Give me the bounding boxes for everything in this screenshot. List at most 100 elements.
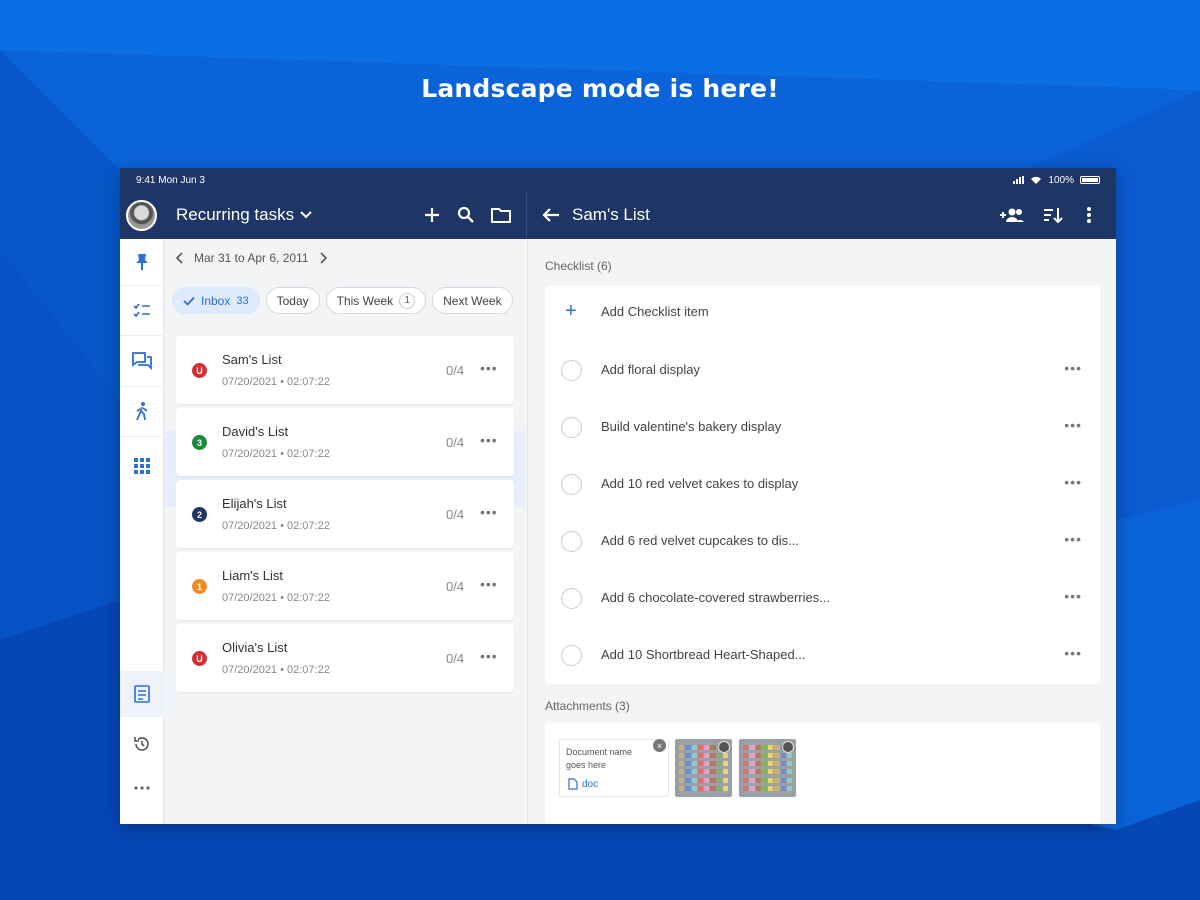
date-range: Mar 31 to Apr 6, 2011 bbox=[194, 251, 309, 265]
attachment-menu-icon[interactable] bbox=[718, 741, 730, 753]
filter-chip-inbox[interactable]: Inbox 33 bbox=[172, 287, 260, 314]
checkbox[interactable] bbox=[561, 360, 582, 381]
chevron-right-icon[interactable] bbox=[319, 252, 327, 264]
list-badge: 3 bbox=[192, 435, 207, 450]
image-attachment[interactable] bbox=[739, 739, 796, 797]
list-card[interactable]: 1 Liam's List 07/20/2021 • 02:07:22 0/4 … bbox=[176, 552, 514, 620]
headline: Landscape mode is here! bbox=[421, 74, 779, 103]
list-name: Liam's List bbox=[222, 568, 284, 583]
checklist: + Add Checklist item Add floral display … bbox=[545, 286, 1100, 684]
list-timestamp: 07/20/2021 • 02:07:22 bbox=[222, 664, 330, 676]
more-horiz-icon[interactable]: ••• bbox=[1064, 588, 1082, 604]
list-switcher[interactable]: Recurring tasks bbox=[176, 205, 312, 225]
detail-title: Sam's List bbox=[572, 205, 650, 224]
check-icon bbox=[183, 296, 195, 306]
more-horiz-icon[interactable]: ••• bbox=[1064, 417, 1082, 433]
attachment-menu-icon[interactable] bbox=[782, 741, 794, 753]
filter-chip-label: Today bbox=[276, 293, 309, 308]
tablet-app: 9:41 Mon Jun 3 100% Recurring tasks Sam'… bbox=[120, 168, 1116, 824]
document-icon bbox=[568, 778, 578, 790]
more-horiz-icon[interactable]: ••• bbox=[480, 504, 498, 520]
date-range-nav: Mar 31 to Apr 6, 2011 bbox=[176, 251, 327, 265]
folder-icon[interactable] bbox=[490, 204, 512, 226]
checklist-item[interactable]: Add 10 red velvet cakes to display ••• bbox=[545, 456, 1100, 513]
checklist-item-label: Add 6 red velvet cupcakes to dis... bbox=[601, 533, 799, 548]
add-icon: + bbox=[565, 300, 577, 322]
chat-icon[interactable] bbox=[131, 350, 153, 372]
list-card[interactable]: U Sam's List 07/20/2021 • 02:07:22 0/4 •… bbox=[176, 336, 514, 404]
filter-chip-label: This Week bbox=[336, 293, 394, 308]
checkbox[interactable] bbox=[561, 474, 582, 495]
back-arrow-icon[interactable] bbox=[540, 204, 562, 226]
filter-chip-count: 33 bbox=[236, 294, 249, 307]
list-badge: U bbox=[192, 651, 207, 666]
status-time: 9:41 Mon Jun 3 bbox=[136, 174, 205, 186]
more-horiz-icon[interactable]: ••• bbox=[1064, 360, 1082, 376]
checklist-item[interactable]: Build valentine's bakery display ••• bbox=[545, 399, 1100, 456]
checklist-icon[interactable] bbox=[131, 299, 153, 321]
walk-icon[interactable] bbox=[131, 400, 153, 422]
wifi-icon bbox=[1031, 176, 1042, 184]
checklist-item[interactable]: Add 6 chocolate-covered strawberries... … bbox=[545, 570, 1100, 627]
checklist-item-label: Add 10 red velvet cakes to display bbox=[601, 476, 799, 491]
more-horiz-icon[interactable]: ••• bbox=[480, 576, 498, 592]
pin-icon[interactable] bbox=[131, 251, 153, 273]
more-horiz-icon[interactable]: ••• bbox=[1064, 474, 1082, 490]
status-indicators: 100% bbox=[1013, 175, 1100, 186]
attachments: Document name goes here doc × bbox=[545, 723, 1100, 824]
list-timestamp: 07/20/2021 • 02:07:22 bbox=[222, 592, 330, 604]
checklist-item[interactable]: Add 10 Shortbread Heart-Shaped... ••• bbox=[545, 627, 1100, 684]
list-progress: 0/4 bbox=[446, 363, 465, 378]
sort-icon[interactable] bbox=[1042, 204, 1064, 226]
document-type: doc bbox=[568, 778, 598, 790]
filter-chip-label: Inbox bbox=[201, 293, 231, 308]
checklist-item-label: Add 6 chocolate-covered strawberries... bbox=[601, 590, 831, 605]
more-horiz-icon[interactable]: ••• bbox=[480, 648, 498, 664]
filter-chip-this-week[interactable]: This Week 1 bbox=[325, 287, 427, 314]
battery-percent: 100% bbox=[1048, 174, 1074, 186]
more-vert-icon[interactable] bbox=[1078, 204, 1100, 226]
filter-chip-next-week[interactable]: Next Week bbox=[432, 287, 513, 314]
list-badge: U bbox=[192, 363, 207, 378]
pane-divider bbox=[526, 192, 527, 239]
checkbox[interactable] bbox=[561, 531, 582, 552]
search-icon[interactable] bbox=[455, 204, 477, 226]
list-card[interactable]: 2 Elijah's List 07/20/2021 • 02:07:22 0/… bbox=[176, 480, 514, 548]
checklist-item-label: Add floral display bbox=[601, 362, 700, 377]
more-horiz-icon[interactable]: ••• bbox=[480, 360, 498, 376]
chevron-left-icon[interactable] bbox=[176, 252, 184, 264]
app-bar: Recurring tasks Sam's List bbox=[120, 192, 1116, 239]
apps-grid-icon[interactable] bbox=[131, 455, 153, 477]
avatar[interactable] bbox=[126, 200, 157, 231]
detail-pane: Checklist (6) + Add Checklist item Add f… bbox=[527, 239, 1116, 824]
checkbox[interactable] bbox=[561, 417, 582, 438]
add-people-icon[interactable] bbox=[998, 204, 1026, 226]
checkbox[interactable] bbox=[561, 645, 582, 666]
list-title: Recurring tasks bbox=[176, 205, 295, 224]
document-name: Document name goes here bbox=[566, 747, 633, 770]
add-checklist-label: Add Checklist item bbox=[601, 304, 709, 319]
checklist-item[interactable]: Add floral display ••• bbox=[545, 342, 1100, 399]
close-icon[interactable]: × bbox=[653, 739, 666, 752]
list-timestamp: 07/20/2021 • 02:07:22 bbox=[222, 520, 330, 532]
filter-chip-label: Next Week bbox=[443, 293, 502, 308]
checklist-item[interactable]: Add 6 red velvet cupcakes to dis... ••• bbox=[545, 513, 1100, 570]
more-horiz-icon[interactable] bbox=[131, 777, 153, 799]
image-attachment[interactable] bbox=[675, 739, 732, 797]
chevron-down-icon bbox=[300, 211, 312, 219]
history-icon[interactable] bbox=[131, 733, 153, 755]
add-icon[interactable] bbox=[421, 204, 443, 226]
filter-chip-today[interactable]: Today bbox=[265, 287, 320, 314]
notes-icon[interactable] bbox=[131, 683, 153, 705]
list-progress: 0/4 bbox=[446, 651, 465, 666]
checkbox[interactable] bbox=[561, 588, 582, 609]
list-timestamp: 07/20/2021 • 02:07:22 bbox=[222, 448, 330, 460]
checklist-label: Checklist (6) bbox=[545, 259, 612, 273]
filter-chips: Inbox 33 Today This Week 1 Next Week bbox=[172, 287, 513, 314]
list-card[interactable]: 3 David's List 07/20/2021 • 02:07:22 0/4… bbox=[176, 408, 514, 476]
add-checklist-item-button[interactable]: + Add Checklist item bbox=[545, 286, 1100, 338]
more-horiz-icon[interactable]: ••• bbox=[480, 432, 498, 448]
more-horiz-icon[interactable]: ••• bbox=[1064, 645, 1082, 661]
more-horiz-icon[interactable]: ••• bbox=[1064, 531, 1082, 547]
list-card[interactable]: U Olivia's List 07/20/2021 • 02:07:22 0/… bbox=[176, 624, 514, 692]
